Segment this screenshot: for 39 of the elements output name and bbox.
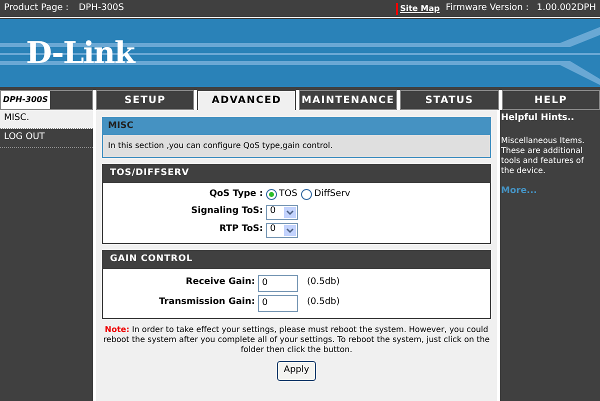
field-label: Transmission Gain: <box>158 296 256 310</box>
site-map-link[interactable]: Site Map <box>396 2 440 14</box>
qos-type-label: QoS Type : <box>208 188 264 201</box>
radio-button[interactable] <box>301 189 312 200</box>
input-field[interactable]: 0 <box>258 274 298 292</box>
section-header: TOS/DIFFSERV <box>103 165 490 183</box>
dropdown[interactable]: 0 <box>266 204 298 220</box>
sidebar-item[interactable]: MISC. <box>0 110 93 129</box>
radio-label: TOS <box>279 188 298 201</box>
hints-text: Miscellaneous Items. These are additional tools and features of the device. <box>501 136 586 176</box>
nav-tab[interactable]: ADVANCED <box>197 90 296 110</box>
section-header: GAIN CONTROL <box>103 250 490 268</box>
apply-button[interactable]: Apply <box>276 360 316 380</box>
product-name: DPH-300S <box>78 2 124 15</box>
firmware-version: 1.00.002DPH <box>536 2 596 15</box>
chevron-down-icon <box>284 224 296 236</box>
note-text: Note: In order to take effect your settings, please must reboot the system. However, you could reboot the system after you complete all of your settings. To reboot the system, just click on the folder then click the button. <box>102 324 491 354</box>
field-label: RTP ToS: <box>218 223 264 236</box>
nav-tab[interactable]: MAINTENANCE <box>298 90 398 110</box>
dropdown[interactable]: 0 <box>266 222 298 238</box>
section-description: In this section ,you can configure QoS type,gain control. <box>107 140 334 152</box>
radio-label: DiffServ <box>314 188 350 201</box>
firmware-label: Firmware Version : <box>446 2 529 15</box>
hints-title: Helpful Hints.. <box>501 112 576 125</box>
nav-tab[interactable]: SETUP <box>96 90 194 110</box>
sidebar-item[interactable]: LOG OUT <box>0 129 93 148</box>
dlink-logo: D-Link <box>26 34 134 72</box>
nav-tab[interactable]: HELP <box>502 90 600 110</box>
product-label: Product Page : <box>4 2 69 15</box>
unit-label: (0.5db) <box>307 276 340 290</box>
field-label: Signaling ToS: <box>190 205 264 218</box>
unit-label: (0.5db) <box>307 296 340 310</box>
chevron-down-icon <box>284 206 296 218</box>
model-name: DPH-300S <box>1 91 50 109</box>
radio-button[interactable] <box>266 189 277 200</box>
nav-tab[interactable]: STATUS <box>400 90 499 110</box>
input-field[interactable]: 0 <box>258 294 298 312</box>
field-label: Receive Gain: <box>184 276 256 290</box>
section-header: MISC <box>103 118 490 135</box>
